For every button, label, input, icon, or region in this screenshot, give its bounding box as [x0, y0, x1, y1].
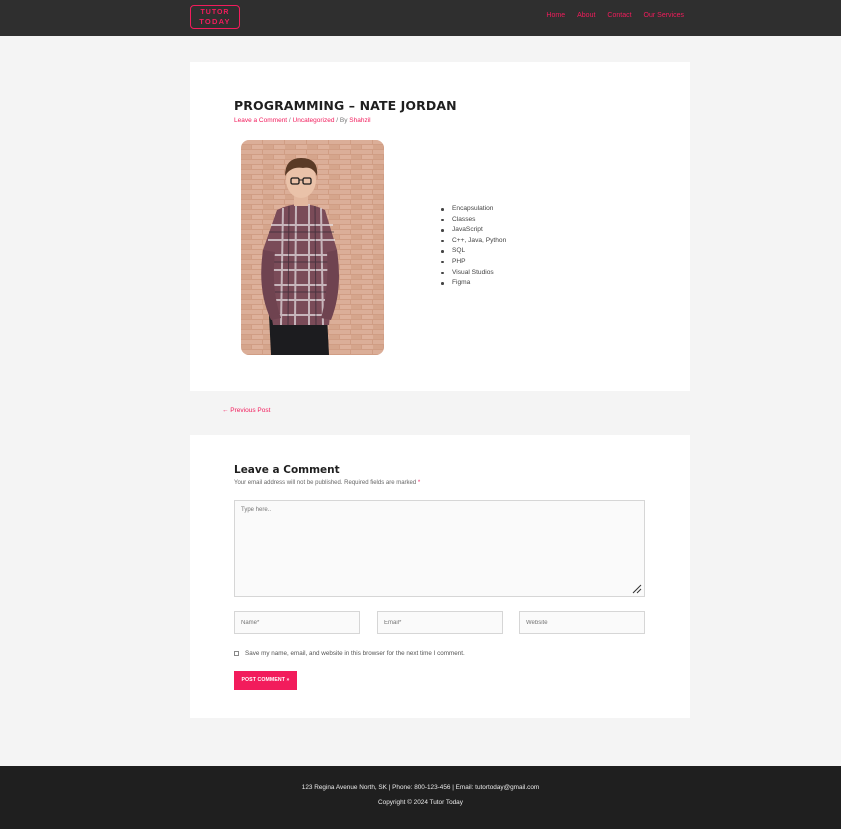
author-link[interactable]: Shahzil: [349, 117, 370, 124]
comment-section: Leave a Comment Your email address will …: [190, 435, 690, 718]
nav-home[interactable]: Home: [546, 12, 565, 19]
site-footer: 123 Regina Avenue North, SK | Phone: 800…: [0, 766, 841, 829]
comment-note: Your email address will not be published…: [234, 480, 420, 486]
skills-list: Encapsulation Classes JavaScript C++, Ja…: [440, 204, 506, 289]
post-comment-button[interactable]: POST COMMENT »: [234, 671, 297, 690]
leave-comment-link[interactable]: Leave a Comment: [234, 117, 287, 124]
post-title: PROGRAMMING – NATE JORDAN: [234, 98, 457, 113]
comment-title: Leave a Comment: [234, 464, 340, 476]
nav-about[interactable]: About: [577, 12, 595, 19]
email-field[interactable]: [377, 611, 503, 634]
post-meta: Leave a Comment / Uncategorized / By Sha…: [234, 117, 371, 124]
list-item: Figma: [440, 278, 506, 289]
footer-copyright: Copyright © 2024 Tutor Today: [378, 799, 463, 806]
save-info-row: Save my name, email, and website in this…: [234, 650, 465, 657]
comment-textarea[interactable]: [234, 500, 645, 597]
resize-handle-icon[interactable]: [632, 584, 642, 594]
required-mark: *: [417, 480, 421, 486]
logo-line1: TUTOR: [200, 9, 230, 16]
meta-by: / By: [334, 117, 350, 124]
save-info-label: Save my name, email, and website in this…: [245, 650, 465, 657]
nav-contact[interactable]: Contact: [607, 12, 631, 19]
website-field[interactable]: [519, 611, 645, 634]
category-link[interactable]: Uncategorized: [293, 117, 335, 124]
list-item: Encapsulation: [440, 204, 506, 215]
main-nav: Home About Contact Our Services: [546, 12, 684, 19]
comment-note-text: Your email address will not be published…: [234, 480, 418, 486]
footer-contact: 123 Regina Avenue North, SK | Phone: 800…: [301, 784, 540, 791]
list-item: SQL: [440, 246, 506, 257]
list-item: Classes: [440, 215, 506, 226]
list-item: C++, Java, Python: [440, 236, 506, 247]
nav-our-services[interactable]: Our Services: [644, 12, 684, 19]
list-item: Visual Studios: [440, 268, 506, 279]
name-field[interactable]: [234, 611, 360, 634]
site-logo[interactable]: TUTOR TODAY: [190, 5, 240, 29]
post-article: PROGRAMMING – NATE JORDAN Leave a Commen…: [190, 62, 690, 391]
list-item: PHP: [440, 257, 506, 268]
previous-post-link[interactable]: ← Previous Post: [222, 407, 270, 414]
site-header: TUTOR TODAY Home About Contact Our Servi…: [0, 0, 841, 36]
logo-line2: TODAY: [199, 17, 231, 26]
save-info-checkbox[interactable]: [234, 651, 239, 656]
list-item: JavaScript: [440, 225, 506, 236]
portrait-photo: [241, 140, 384, 355]
